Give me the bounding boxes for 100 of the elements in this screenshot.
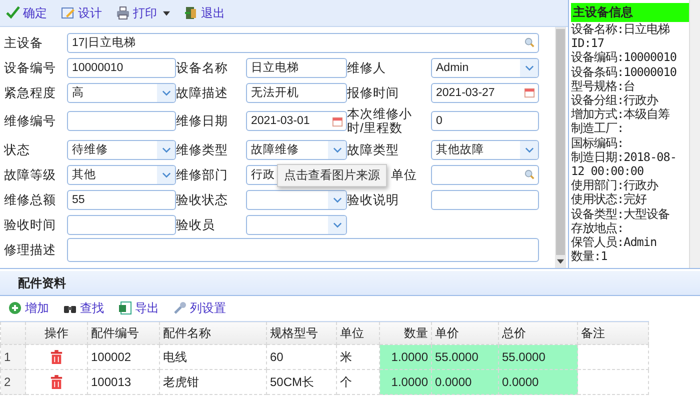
trash-icon[interactable] bbox=[50, 350, 63, 365]
input-field[interactable]: 日立电梯 bbox=[246, 58, 347, 78]
toolbar-button[interactable]: 确定 bbox=[4, 4, 49, 22]
input-field[interactable]: 故障维修 bbox=[246, 140, 347, 160]
field-label: 紧急程度 bbox=[4, 86, 57, 100]
field-label: 维修编号 bbox=[4, 114, 57, 128]
chevron-down-icon bbox=[162, 90, 170, 96]
chevron-down-icon bbox=[332, 196, 342, 202]
tooltip: 点击查看图片来源 bbox=[277, 164, 387, 187]
input-field[interactable]: 2021-03-27 bbox=[431, 82, 539, 102]
field-label: 验收时间 bbox=[4, 218, 57, 232]
table-cell: 1.0000 bbox=[380, 344, 432, 370]
toolbar-button[interactable]: 增加 bbox=[6, 300, 51, 316]
field-label: 修理描述 bbox=[4, 243, 57, 257]
toolbar-button[interactable]: 设计 bbox=[59, 4, 104, 22]
info-line: 使用状态:完好 bbox=[571, 192, 648, 207]
input-field[interactable] bbox=[246, 190, 347, 210]
field-label: 维修日期 bbox=[176, 114, 229, 128]
field-label: 维修类型 bbox=[176, 142, 229, 156]
info-line: 设备分组:行政办 bbox=[571, 93, 660, 108]
scrollbar[interactable] bbox=[555, 27, 566, 268]
input-field[interactable]: 高 bbox=[67, 82, 176, 102]
field-label: 维修总额 bbox=[4, 192, 57, 206]
field-label: 设备编号 bbox=[4, 60, 57, 74]
wrench-icon bbox=[173, 301, 187, 315]
field-label: 验收说明 bbox=[347, 192, 400, 206]
field-label: 维修人 bbox=[347, 60, 387, 74]
toolbar-button[interactable]: 打印 bbox=[114, 4, 172, 22]
calendar-icon bbox=[332, 116, 342, 126]
chevron-down-icon bbox=[524, 146, 534, 152]
column-header[interactable]: 配件名称 bbox=[160, 322, 266, 344]
column-header[interactable]: 单位 bbox=[336, 322, 380, 344]
field-label: 主设备 bbox=[4, 36, 44, 50]
field-label: 报修时间 bbox=[347, 86, 400, 100]
spreadsheet-icon bbox=[118, 301, 132, 315]
chevron-down-icon bbox=[524, 64, 534, 70]
table-cell: 0.0000 bbox=[432, 370, 498, 394]
field-label: 设备名称 bbox=[176, 60, 229, 74]
input-field[interactable]: 2021-03-01 bbox=[246, 111, 347, 131]
column-header[interactable]: 单价 bbox=[432, 322, 498, 344]
info-line: ID:17 bbox=[571, 36, 606, 50]
printer-icon bbox=[116, 6, 130, 20]
info-line: 设备类型:大型设备 bbox=[571, 206, 671, 221]
input-field[interactable] bbox=[431, 190, 539, 210]
search-icon bbox=[524, 37, 534, 48]
info-line: 制造工厂: bbox=[571, 121, 625, 136]
info-line: 存放地点: bbox=[571, 220, 625, 236]
table-cell: 60 bbox=[266, 344, 336, 370]
info-line: 设备条码:10000010 bbox=[571, 64, 678, 79]
chevron-down-icon bbox=[332, 222, 342, 228]
input-field[interactable]: 0 bbox=[431, 111, 539, 131]
field-label: 本次维修小时/里程数 bbox=[347, 107, 413, 135]
table-cell: 1.0000 bbox=[380, 370, 432, 394]
add-icon bbox=[8, 301, 22, 315]
toolbar-button[interactable]: 退出 bbox=[182, 4, 227, 22]
table-cell: 55.0000 bbox=[498, 344, 578, 370]
input-field[interactable]: 17|日立电梯 bbox=[67, 32, 539, 52]
field-label: 维修部门 bbox=[176, 168, 229, 182]
field-label: 验收状态 bbox=[176, 192, 229, 206]
info-line: 设备编码:10000010 bbox=[571, 50, 678, 65]
column-header[interactable]: 总价 bbox=[498, 322, 578, 344]
input-field[interactable] bbox=[431, 164, 539, 184]
table-cell: 100013 bbox=[88, 370, 160, 394]
chevron-down-icon bbox=[162, 172, 170, 178]
input-field[interactable] bbox=[67, 214, 176, 234]
trash-icon[interactable] bbox=[50, 374, 63, 390]
row-number: 1 bbox=[0, 344, 26, 370]
toolbar-button[interactable]: 列设置 bbox=[171, 300, 228, 316]
input-field[interactable] bbox=[67, 111, 176, 131]
toolbar-button[interactable]: 查找 bbox=[61, 300, 106, 316]
table-cell: 55.0000 bbox=[432, 344, 498, 370]
input-field[interactable]: 其他故障 bbox=[431, 140, 539, 160]
info-line: 国标编码: bbox=[571, 136, 625, 150]
chevron-down-icon bbox=[332, 146, 342, 152]
input-field[interactable]: 10000010 bbox=[67, 58, 176, 78]
column-header[interactable]: 备注 bbox=[578, 322, 648, 344]
field-label: 故障类型 bbox=[347, 142, 400, 156]
table-cell: 电线 bbox=[160, 344, 266, 370]
caret-icon bbox=[163, 10, 170, 16]
column-header[interactable]: 数量 bbox=[380, 322, 432, 344]
column-header[interactable]: 规格型号 bbox=[266, 322, 336, 344]
input-field[interactable]: 55 bbox=[67, 190, 176, 210]
scrollbar[interactable] bbox=[689, 0, 700, 268]
input-field[interactable]: 待维修 bbox=[67, 140, 176, 160]
input-field[interactable]: 其他 bbox=[67, 164, 176, 184]
info-line: 使用部门:行政办 bbox=[571, 178, 660, 192]
input-field[interactable] bbox=[246, 214, 347, 234]
field-label: 故障描述 bbox=[176, 86, 229, 100]
column-header[interactable]: 配件编号 bbox=[88, 322, 160, 344]
input-field[interactable] bbox=[67, 238, 539, 262]
field-label: 状态 bbox=[4, 142, 31, 156]
panel-title: 配件资料 bbox=[18, 274, 66, 292]
field-label: 故障等级 bbox=[4, 168, 57, 182]
column-header[interactable]: 操作 bbox=[26, 322, 88, 344]
scroll-down-icon[interactable] bbox=[557, 259, 564, 264]
chevron-down-icon bbox=[162, 146, 170, 152]
table-cell: 0.0000 bbox=[498, 370, 578, 394]
toolbar-button[interactable]: 导出 bbox=[116, 300, 161, 316]
input-field[interactable]: 无法开机 bbox=[246, 82, 347, 102]
input-field[interactable]: Admin bbox=[431, 58, 539, 78]
